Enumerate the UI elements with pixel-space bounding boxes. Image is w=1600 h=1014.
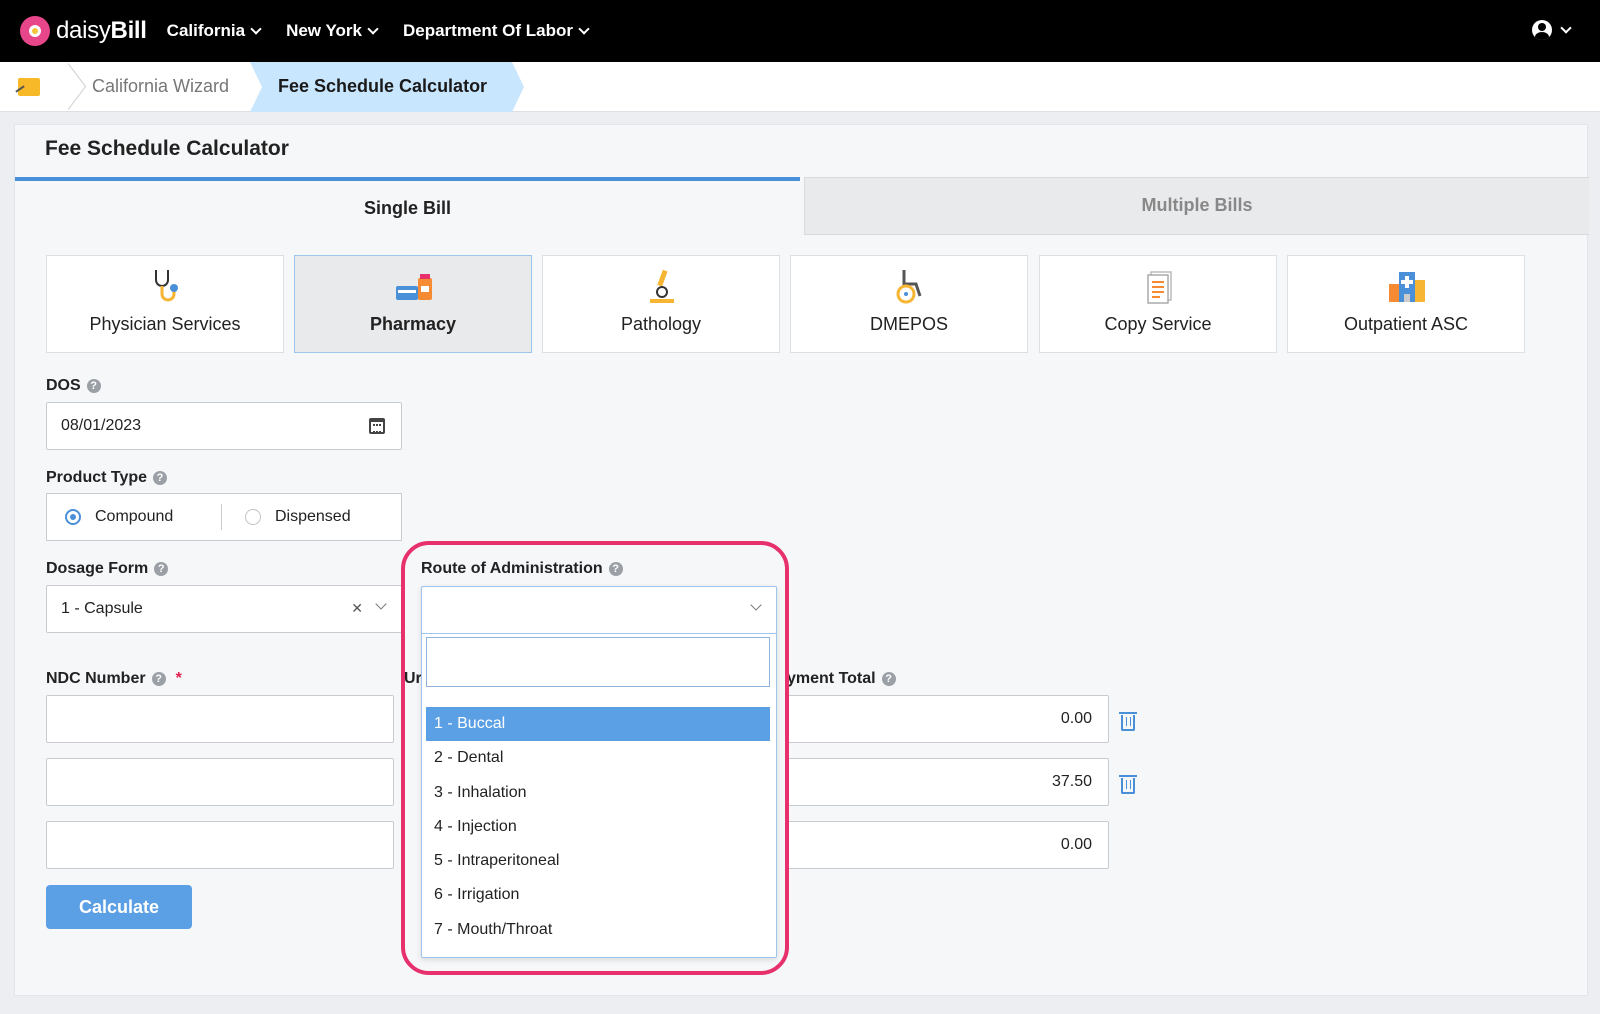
payment-total-value: 37.50 <box>1051 773 1092 790</box>
breadcrumb-home[interactable] <box>14 72 44 102</box>
ndc-number-label: NDC Number? * <box>46 670 182 687</box>
route-options-list: 1 - Buccal 2 - Dental 3 - Inhalation 4 -… <box>426 707 770 947</box>
trash-icon[interactable] <box>1119 712 1137 731</box>
payment-total-value: 0.00 <box>1060 710 1092 727</box>
breadcrumb-separator <box>60 62 84 112</box>
radio-unselected-icon <box>245 509 261 525</box>
calculate-button[interactable]: Calculate <box>46 885 192 929</box>
radio-compound[interactable]: Compound <box>65 494 173 540</box>
tile-pharmacy[interactable]: Pharmacy <box>294 255 532 353</box>
route-option-irrigation[interactable]: 6 - Irrigation <box>426 878 770 912</box>
dos-date-input[interactable]: 08/01/2023 <box>46 402 402 450</box>
hospital-icon <box>1389 272 1425 302</box>
daisybill-logo[interactable]: daisyBill <box>20 16 147 46</box>
payment-total-field: 37.50 <box>787 758 1109 806</box>
help-icon[interactable]: ? <box>881 672 896 686</box>
route-option-mouth-throat[interactable]: 7 - Mouth/Throat <box>426 913 770 947</box>
payment-total-label: yment Total? <box>787 670 896 688</box>
dosage-form-value: 1 - Capsule <box>61 600 143 617</box>
route-search-input[interactable] <box>426 637 770 687</box>
route-option-injection[interactable]: 4 - Injection <box>426 810 770 844</box>
stethoscope-icon <box>155 270 178 302</box>
microscope-icon <box>650 269 674 303</box>
ndc-number-input[interactable] <box>46 758 394 806</box>
tile-dmepos[interactable]: DMEPOS <box>790 255 1028 353</box>
route-of-administration-dropdown: 1 - Buccal 2 - Dental 3 - Inhalation 4 -… <box>421 586 777 958</box>
nav-new-york[interactable]: New York <box>286 21 379 41</box>
help-icon[interactable]: ? <box>151 672 166 686</box>
help-icon[interactable]: ? <box>153 471 168 485</box>
route-option-inhalation[interactable]: 3 - Inhalation <box>426 776 770 810</box>
tile-outpatient-asc[interactable]: Outpatient ASC <box>1287 255 1525 353</box>
wheelchair-icon <box>896 270 922 304</box>
page-title: Fee Schedule Calculator <box>45 137 289 160</box>
payment-total-field: 0.00 <box>787 821 1109 869</box>
divider <box>221 504 222 530</box>
tile-pathology[interactable]: Pathology <box>542 255 780 353</box>
radio-dispensed[interactable]: Dispensed <box>245 494 351 540</box>
product-type-radio-group: Compound Dispensed <box>46 493 402 541</box>
chevron-down-icon <box>750 599 762 611</box>
radio-label: Dispensed <box>275 508 351 525</box>
route-of-administration-select[interactable] <box>421 586 777 634</box>
top-navbar: daisyBill California New York Department… <box>0 0 1600 62</box>
dosage-form-select[interactable]: 1 - Capsule ✕ <box>46 585 402 633</box>
breadcrumb: California Wizard Fee Schedule Calculato… <box>0 62 1600 112</box>
tab-multiple-bills[interactable]: Multiple Bills <box>804 177 1589 235</box>
breadcrumb-california-wizard[interactable]: California Wizard <box>92 76 229 97</box>
chevron-down-icon <box>375 598 387 610</box>
calendar-icon[interactable] <box>369 418 385 434</box>
breadcrumb-fee-schedule-calculator: Fee Schedule Calculator <box>250 62 524 112</box>
chevron-down-icon <box>250 23 262 35</box>
calculator-card: Fee Schedule Calculator Single Bill Mult… <box>14 124 1589 996</box>
radio-selected-icon <box>65 509 81 525</box>
clear-icon[interactable]: ✕ <box>351 600 363 617</box>
user-icon <box>1532 20 1552 40</box>
radio-label: Compound <box>95 508 174 525</box>
payment-total-field: 0.00 <box>787 695 1109 743</box>
tile-label: Physician Services <box>89 314 241 334</box>
tile-label: Pharmacy <box>369 314 457 334</box>
document-icon <box>1147 271 1172 304</box>
dos-value: 08/01/2023 <box>61 417 142 434</box>
units-label: Ur <box>404 670 422 687</box>
tile-copy-service[interactable]: Copy Service <box>1039 255 1277 353</box>
tile-label: DMEPOS <box>869 314 948 334</box>
user-menu[interactable] <box>1532 20 1572 40</box>
chevron-down-icon <box>1560 22 1572 34</box>
tile-label: Pathology <box>620 314 702 334</box>
payment-total-value: 0.00 <box>1060 836 1092 853</box>
daisy-flower-icon <box>20 16 50 46</box>
route-of-administration-label: Route of Administration? <box>421 560 623 578</box>
help-icon[interactable]: ? <box>86 379 101 393</box>
pharmacy-icon <box>396 274 432 300</box>
route-option-intraperitoneal[interactable]: 5 - Intraperitoneal <box>426 844 770 878</box>
help-icon[interactable]: ? <box>154 562 169 576</box>
tile-label: Outpatient ASC <box>1343 314 1469 334</box>
breadcrumb-current-label: Fee Schedule Calculator <box>278 76 488 96</box>
brand-name: daisyBill <box>56 17 147 44</box>
required-marker: * <box>175 670 182 687</box>
folder-icon <box>18 78 40 96</box>
dosage-form-label: Dosage Form? <box>46 560 169 578</box>
route-option-dental[interactable]: 2 - Dental <box>426 741 770 775</box>
ndc-number-input[interactable] <box>46 695 394 743</box>
help-icon[interactable]: ? <box>608 562 623 576</box>
trash-icon[interactable] <box>1119 775 1137 794</box>
chevron-down-icon <box>578 23 590 35</box>
nav-california[interactable]: California <box>167 21 262 41</box>
chevron-down-icon <box>367 23 379 35</box>
bill-tabs: Single Bill Multiple Bills <box>15 177 1589 235</box>
product-type-label: Product Type? <box>46 469 168 487</box>
tile-label: Copy Service <box>1104 314 1212 334</box>
service-type-tiles: Physician Services Pharmacy Pathology DM… <box>46 255 1546 353</box>
nav-department-of-labor[interactable]: Department Of Labor <box>403 21 590 41</box>
tab-single-bill[interactable]: Single Bill <box>15 177 800 235</box>
dos-label: DOS? <box>46 377 101 395</box>
tile-physician-services[interactable]: Physician Services <box>46 255 284 353</box>
ndc-number-input[interactable] <box>46 821 394 869</box>
route-option-buccal[interactable]: 1 - Buccal <box>426 707 770 742</box>
